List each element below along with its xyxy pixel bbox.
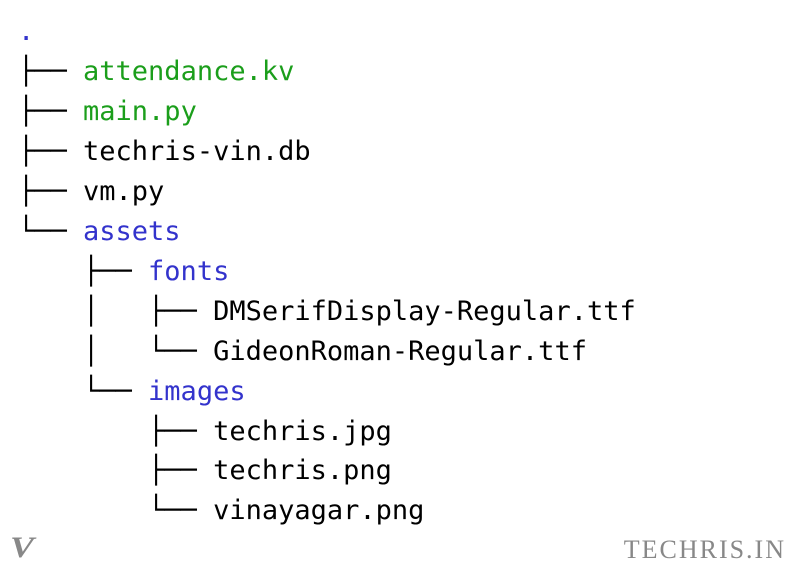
tree-row: │ ├── DMSerifDisplay-Regular.ttf [18,292,800,332]
tree-output: . ├── attendance.kv ├── main.py ├── tech… [0,0,800,531]
dir-name: images [148,376,246,407]
tree-prefix: ├── [18,176,83,207]
file-name: GideonRoman-Regular.ttf [213,336,587,367]
tree-prefix: ├── [18,256,148,287]
file-name: attendance.kv [83,56,294,87]
tree-row: ├── techris.jpg [18,412,800,452]
watermark-logo: V [10,531,34,565]
tree-prefix: ├── [18,416,213,447]
watermark-brand: TECHRIS.IN [624,535,786,565]
tree-row: ├── attendance.kv [18,52,800,92]
tree-row: ├── vm.py [18,172,800,212]
file-name: techris.jpg [213,416,392,447]
tree-prefix: ├── [18,136,83,167]
tree-row: └── images [18,372,800,412]
dir-name: assets [83,216,181,247]
tree-row: ├── main.py [18,92,800,132]
file-name: vinayagar.png [213,495,424,526]
tree-row: │ └── GideonRoman-Regular.ttf [18,332,800,372]
tree-prefix: └── [18,495,213,526]
tree-row: └── vinayagar.png [18,491,800,531]
tree-prefix: └── [18,216,83,247]
root-dot: . [18,16,34,47]
tree-prefix: │ └── [18,336,213,367]
tree-row: └── assets [18,212,800,252]
tree-prefix: ├── [18,455,213,486]
tree-prefix: │ ├── [18,296,213,327]
tree-row: ├── techris-vin.db [18,132,800,172]
tree-prefix: ├── [18,56,83,87]
tree-prefix: ├── [18,96,83,127]
tree-prefix: └── [18,376,148,407]
tree-row: ├── techris.png [18,451,800,491]
file-name: techris.png [213,455,392,486]
file-name: main.py [83,96,197,127]
tree-row: ├── fonts [18,252,800,292]
file-name: techris-vin.db [83,136,311,167]
dir-name: fonts [148,256,229,287]
file-name: vm.py [83,176,164,207]
tree-root: . [18,12,800,52]
file-name: DMSerifDisplay-Regular.ttf [213,296,636,327]
